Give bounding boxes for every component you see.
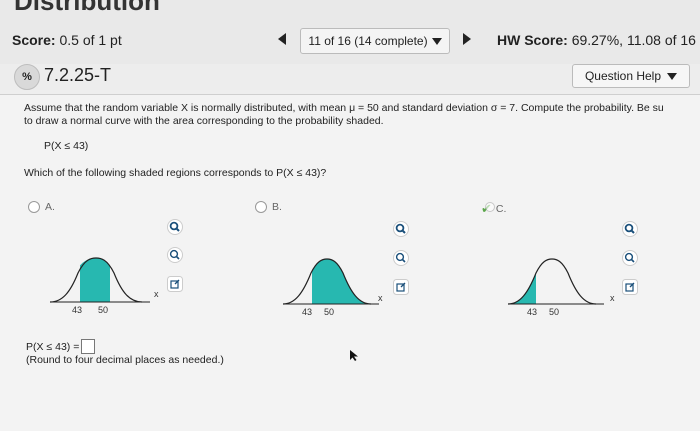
zoom-out-icon[interactable] <box>393 250 409 266</box>
option-b-axis-label: x <box>378 293 383 303</box>
chevron-down-icon <box>667 72 678 80</box>
option-c-axis-label: x <box>610 293 615 303</box>
page-title: Distribution <box>14 0 160 14</box>
probability-expression: P(X ≤ 43) <box>44 140 89 152</box>
option-a-curve <box>49 257 150 303</box>
option-c-tick-50: 50 <box>549 307 560 317</box>
option-a-axis-label: x <box>154 289 159 299</box>
option-b-label: B. <box>272 201 282 213</box>
question-text: Assume that the random variable X is nor… <box>24 102 700 128</box>
open-external-icon[interactable] <box>393 279 409 295</box>
zoom-out-icon[interactable] <box>622 250 638 266</box>
option-c-radio[interactable] <box>485 202 495 212</box>
question-header: % 7.2.25-T Question Help <box>0 64 700 90</box>
option-a-radio[interactable] <box>28 201 40 213</box>
option-c[interactable]: ✔ C. <box>481 201 506 217</box>
question-help-button[interactable]: Question Help <box>572 64 690 88</box>
option-b-radio[interactable] <box>255 201 267 213</box>
option-a-label: A. <box>45 201 55 213</box>
next-question-button[interactable] <box>463 33 471 45</box>
question-selector-label: 11 of 16 (14 complete) <box>308 34 428 48</box>
open-external-icon[interactable] <box>167 276 183 292</box>
zoom-in-icon[interactable] <box>167 219 183 235</box>
option-b-shaded-region <box>312 259 371 304</box>
hw-score: HW Score: 69.27%, 11.08 of 16 <box>497 32 696 48</box>
question-help-label: Question Help <box>584 69 662 83</box>
option-a-shaded-region <box>80 258 110 302</box>
zoom-in-icon[interactable] <box>622 221 638 237</box>
previous-question-button[interactable] <box>278 33 286 45</box>
score: Score: 0.5 of 1 pt <box>12 32 122 48</box>
option-b-tick-43: 43 <box>302 307 313 317</box>
answer-row: P(X ≤ 43) = <box>26 339 96 354</box>
question-prompt: Which of the following shaded regions co… <box>24 167 327 179</box>
open-external-icon[interactable] <box>622 279 638 295</box>
option-b[interactable]: B. <box>255 201 282 213</box>
option-b-tick-50: 50 <box>324 307 335 317</box>
question-number: 7.2.25-T <box>44 65 112 85</box>
rounding-note: (Round to four decimal places as needed.… <box>26 354 224 366</box>
answer-label: P(X ≤ 43) = <box>26 340 80 353</box>
chevron-down-icon <box>431 37 442 45</box>
question-selector[interactable]: 11 of 16 (14 complete) <box>300 28 450 54</box>
option-c-tick-43: 43 <box>527 307 538 317</box>
partial-credit-icon: % <box>14 64 40 90</box>
option-c-label: C. <box>495 203 507 215</box>
score-label: Score: <box>12 32 56 48</box>
answer-input[interactable] <box>81 339 96 354</box>
score-bar: Score: 0.5 of 1 pt 11 of 16 (14 complete… <box>0 14 700 65</box>
question-text-line2: to draw a normal curve with the area cor… <box>24 115 384 127</box>
option-a-tick-50: 50 <box>98 305 109 315</box>
question-content: Assume that the random variable X is nor… <box>0 95 700 431</box>
hw-score-value: 69.27%, 11.08 of 16 <box>571 32 696 48</box>
hw-score-label: HW Score: <box>497 32 568 48</box>
zoom-out-icon[interactable] <box>167 247 183 263</box>
option-a[interactable]: A. <box>28 201 55 213</box>
page-title-strip: Distribution <box>0 0 700 14</box>
option-c-shaded-region <box>508 273 536 304</box>
option-a-tick-43: 43 <box>72 305 83 315</box>
option-c-normal-curve <box>507 258 597 305</box>
option-c-curve <box>507 258 604 305</box>
zoom-in-icon[interactable] <box>393 221 409 237</box>
question-text-line1: Assume that the random variable X is nor… <box>24 102 664 114</box>
score-value: 0.5 of 1 pt <box>59 32 122 48</box>
mouse-cursor-icon <box>350 350 358 361</box>
